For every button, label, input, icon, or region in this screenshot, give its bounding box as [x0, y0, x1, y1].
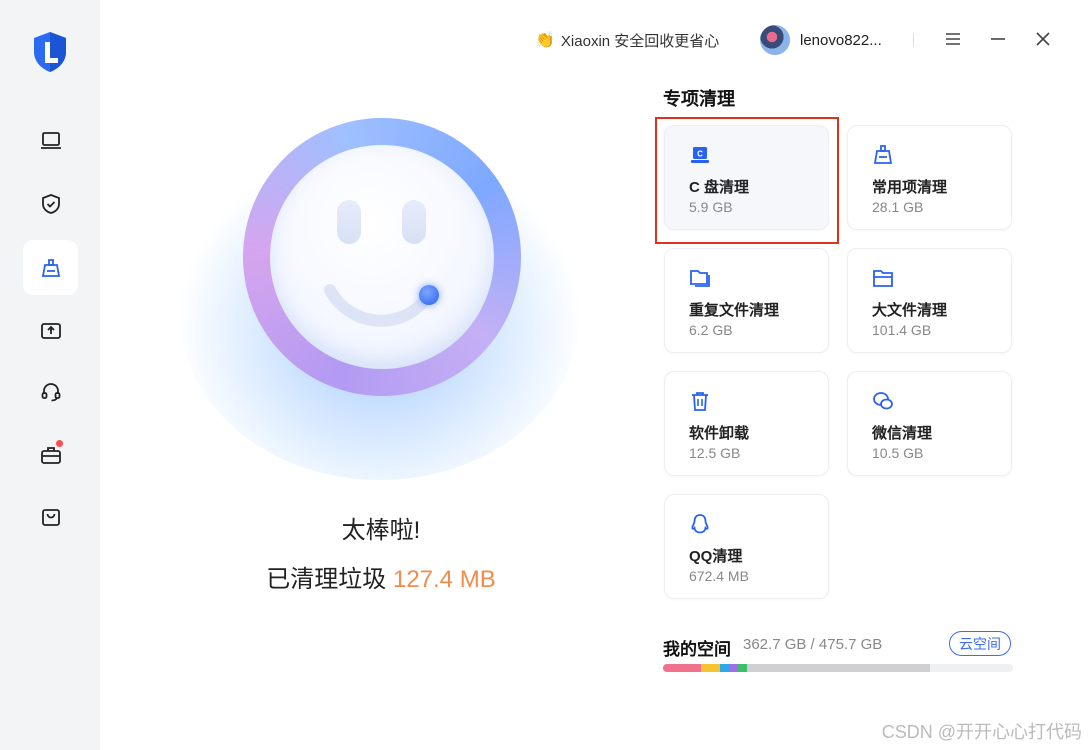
my-space-title: 我的空间 — [663, 640, 731, 659]
cleaned-summary: 已清理垃圾 127.4 MB — [0, 559, 762, 594]
menu-icon — [946, 33, 960, 45]
headset-icon — [41, 382, 60, 401]
broom-icon — [873, 145, 893, 164]
selection-highlight — [655, 117, 839, 244]
laptop-icon — [40, 131, 61, 149]
qq-icon — [691, 514, 709, 534]
card-uninstall[interactable]: 软件卸载 12.5 GB — [664, 371, 829, 476]
storage-segment — [728, 664, 738, 672]
card-size: 6.2 GB — [689, 322, 733, 338]
cleaned-label: 已清理垃圾 — [266, 566, 387, 593]
mascot-right-eye — [402, 200, 426, 244]
wechat-icon — [873, 392, 893, 410]
shield-check-icon — [41, 193, 60, 214]
card-size: 101.4 GB — [872, 322, 932, 338]
close-button[interactable] — [1032, 28, 1054, 50]
storage-segment — [746, 664, 930, 672]
user-account[interactable]: lenovo822... — [760, 25, 882, 55]
nav-cleaner[interactable] — [23, 240, 78, 295]
card-wechat[interactable]: 微信清理 10.5 GB — [847, 371, 1012, 476]
card-name: QQ清理 — [689, 548, 743, 565]
clap-hands-icon: 👏 — [535, 32, 555, 49]
card-common-items[interactable]: 常用项清理 28.1 GB — [847, 125, 1012, 230]
minimize-button[interactable] — [987, 28, 1009, 50]
trash-icon — [692, 392, 708, 411]
result-headline: 太棒啦! — [341, 517, 421, 544]
card-name: 软件卸载 — [689, 425, 750, 442]
nav-support[interactable] — [23, 364, 78, 419]
divider — [913, 33, 914, 47]
minimize-icon — [991, 38, 1005, 40]
card-name: 重复文件清理 — [689, 302, 780, 319]
notification-dot — [56, 440, 63, 447]
mascot-left-eye — [337, 200, 361, 244]
folder-icon — [873, 270, 893, 287]
menu-button[interactable] — [942, 28, 964, 50]
nav-drive[interactable] — [23, 302, 78, 357]
nav-security[interactable] — [23, 176, 78, 231]
card-size: 672.4 MB — [689, 568, 749, 584]
special-clean-title: 专项清理 — [663, 89, 735, 109]
avatar — [760, 25, 790, 55]
sidebar — [0, 0, 100, 750]
mascot-mouth-dot — [419, 285, 439, 305]
card-size: 28.1 GB — [872, 199, 924, 215]
nav-laptop[interactable] — [23, 113, 78, 168]
card-size: 12.5 GB — [689, 445, 741, 461]
close-icon — [1036, 32, 1050, 46]
user-name: lenovo822... — [800, 31, 882, 49]
nav-toolbox[interactable] — [23, 427, 78, 482]
card-duplicate-files[interactable]: 重复文件清理 6.2 GB — [664, 248, 829, 353]
storage-segment — [719, 664, 729, 672]
storage-segment — [700, 664, 720, 672]
cleaner-icon — [41, 258, 60, 277]
my-space-value: 362.7 GB / 475.7 GB — [743, 636, 883, 653]
card-size: 10.5 GB — [872, 445, 924, 461]
promo-text: Xiaoxin 安全回收更省心 — [560, 32, 720, 50]
storage-segment — [663, 664, 701, 672]
card-large-files[interactable]: 大文件清理 101.4 GB — [847, 248, 1012, 353]
cleaned-amount: 127.4 MB — [392, 566, 496, 593]
card-name: 微信清理 — [872, 425, 933, 442]
storage-segment — [737, 664, 747, 672]
app-logo-icon — [30, 30, 70, 74]
drive-upload-icon — [40, 322, 61, 339]
card-name: 大文件清理 — [872, 302, 948, 319]
card-qq[interactable]: QQ清理 672.4 MB — [664, 494, 829, 599]
watermark: CSDN @开开心心打代码 — [881, 722, 1082, 742]
mascot-mouth — [324, 284, 434, 327]
card-name: 常用项清理 — [872, 179, 948, 196]
duplicate-files-icon — [690, 270, 710, 287]
promo-banner[interactable]: 👏 Xiaoxin 安全回收更省心 — [535, 29, 719, 51]
cloud-space-button[interactable]: 云空间 — [949, 631, 1011, 656]
storage-usage-bar — [663, 664, 1013, 672]
